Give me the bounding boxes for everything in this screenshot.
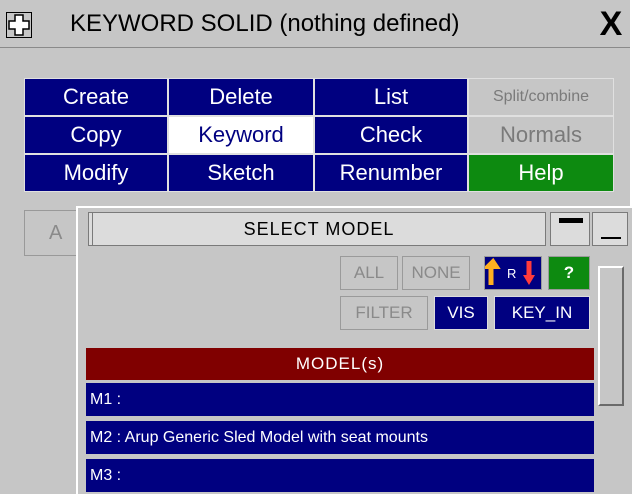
move-icon[interactable]: [6, 12, 32, 38]
list-button[interactable]: List: [314, 78, 468, 116]
model-row-m3[interactable]: M3 :: [86, 458, 594, 492]
none-button[interactable]: NONE: [402, 256, 470, 290]
copy-button[interactable]: Copy: [24, 116, 168, 154]
help-question-button[interactable]: ?: [548, 256, 590, 290]
model-row-m2[interactable]: M2 : Arup Generic Sled Model with seat m…: [86, 420, 594, 454]
reverse-label: R: [507, 266, 516, 281]
close-icon[interactable]: X: [596, 4, 626, 44]
keyword-button[interactable]: Keyword: [168, 116, 314, 154]
window-titlebar[interactable]: KEYWORD SOLID (nothing defined) X: [0, 0, 630, 48]
window-title: KEYWORD SOLID (nothing defined): [70, 10, 460, 37]
obscured-button[interactable]: A: [24, 210, 84, 256]
check-button[interactable]: Check: [314, 116, 468, 154]
delete-button[interactable]: Delete: [168, 78, 314, 116]
reverse-arrows-icon: R: [482, 257, 535, 285]
split-combine-button[interactable]: Split/combine: [468, 78, 614, 116]
all-button[interactable]: ALL: [340, 256, 398, 290]
filter-button[interactable]: FILTER: [340, 296, 428, 330]
renumber-button[interactable]: Renumber: [314, 154, 468, 192]
create-button[interactable]: Create: [24, 78, 168, 116]
select-model-title[interactable]: SELECT MODEL: [92, 212, 546, 246]
normals-button[interactable]: Normals: [468, 116, 614, 154]
scrollbar-thumb[interactable]: [598, 266, 624, 406]
maximize-icon[interactable]: [550, 212, 590, 246]
vis-button[interactable]: VIS: [434, 296, 488, 330]
restore-icon[interactable]: [592, 212, 628, 246]
models-list-header: MODEL(s): [86, 348, 594, 380]
modify-button[interactable]: Modify: [24, 154, 168, 192]
help-button[interactable]: Help: [468, 154, 614, 192]
model-row-m1[interactable]: M1 :: [86, 382, 594, 416]
key-in-button[interactable]: KEY_IN: [494, 296, 590, 330]
reverse-selection-button[interactable]: R: [482, 256, 542, 290]
sketch-button[interactable]: Sketch: [168, 154, 314, 192]
